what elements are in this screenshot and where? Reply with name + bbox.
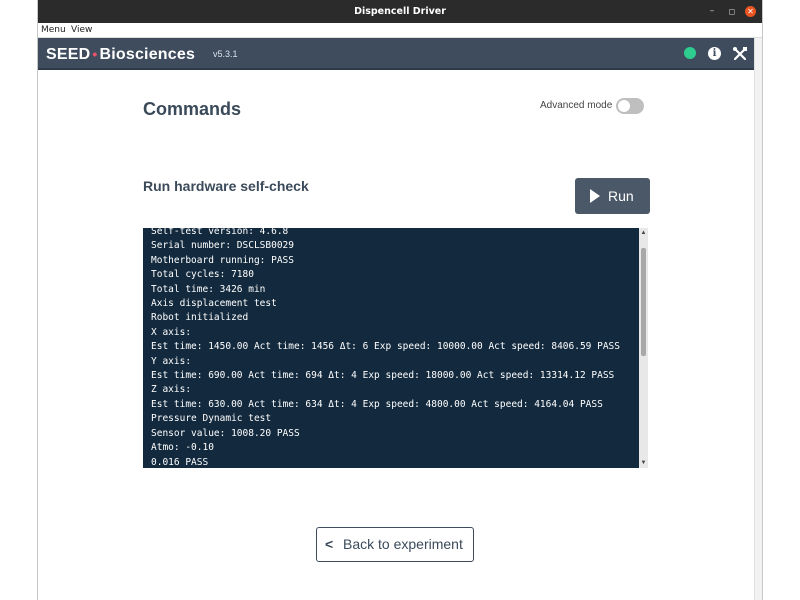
advanced-mode-label: Advanced mode — [540, 100, 613, 111]
menu-bar: Menu View — [38, 23, 762, 38]
console-line: Self-test version: 4.6.8 — [151, 228, 289, 237]
section-title: Run hardware self-check — [143, 178, 309, 194]
run-button[interactable]: Run — [575, 178, 650, 214]
minimize-icon[interactable]: – — [704, 0, 720, 23]
scroll-down-icon[interactable]: ▼ — [639, 459, 648, 467]
console-line: Robot initialized — [151, 312, 249, 324]
console-scrollbar[interactable]: ▲ ▼ — [639, 228, 648, 468]
brand-biosciences: Biosciences — [99, 46, 196, 63]
back-button-label: Back to experiment — [343, 536, 463, 552]
app-version: v5.3.1 — [213, 49, 238, 59]
info-icon[interactable]: i — [708, 47, 721, 60]
console-line: Est time: 1450.00 Act time: 1456 Δt: 6 E… — [151, 341, 620, 353]
console-line: 0.016 PASS — [151, 456, 209, 468]
console-line: Axis displacement test — [151, 298, 277, 310]
window-title: Dispencell Driver — [354, 6, 446, 17]
connection-status-icon — [684, 47, 696, 59]
scroll-thumb[interactable] — [641, 248, 646, 356]
run-button-label: Run — [608, 188, 634, 204]
console-text: Self-test version: 4.6.8 Serial number: D… — [151, 228, 639, 468]
menu-item-menu[interactable]: Menu — [41, 23, 66, 38]
console-line: Motherboard running: PASS — [151, 254, 294, 266]
brand-logo: SEED • Biosciences — [46, 38, 195, 71]
app-header: SEED • Biosciences v5.3.1 i — [38, 38, 754, 70]
console-line: X axis: — [151, 326, 192, 338]
brand-seed: SEED — [46, 46, 91, 63]
console-line: Serial number: DSCLSB0029 — [151, 240, 294, 252]
console-line: Sensor value: 1008.20 PASS — [151, 427, 300, 439]
console-line: Total cycles: 7180 — [151, 269, 254, 281]
console-line: Est time: 630.00 Act time: 634 Δt: 4 Exp… — [151, 398, 603, 410]
close-icon[interactable]: ✕ — [745, 6, 756, 17]
play-icon — [590, 189, 600, 203]
scroll-up-icon[interactable]: ▲ — [639, 229, 648, 237]
console-line: Y axis: — [151, 355, 192, 367]
console-line: Pressure Dynamic test — [151, 413, 272, 425]
console-output[interactable]: Self-test version: 4.6.8 Serial number: D… — [143, 228, 648, 468]
window-scrollbar[interactable] — [754, 38, 762, 600]
app-window: Dispencell Driver – ◻ ✕ Menu View SEED • B… — [37, 0, 763, 600]
toggle-knob — [618, 100, 630, 112]
maximize-icon[interactable]: ◻ — [724, 0, 740, 23]
tools-icon[interactable] — [732, 46, 748, 62]
advanced-mode-toggle[interactable] — [616, 98, 644, 114]
page-title: Commands — [143, 99, 242, 119]
chevron-left-icon: < — [325, 536, 334, 552]
console-line: Est time: 690.00 Act time: 694 Δt: 4 Exp… — [151, 370, 615, 382]
os-title-bar[interactable]: Dispencell Driver – ◻ ✕ — [38, 0, 762, 23]
console-line: Z axis: — [151, 384, 192, 396]
back-to-experiment-button[interactable]: < Back to experiment — [316, 527, 474, 562]
console-line: Atmo: -0.10 — [151, 442, 214, 454]
console-line: Total time: 3426 min — [151, 283, 266, 295]
menu-item-view[interactable]: View — [71, 23, 92, 38]
